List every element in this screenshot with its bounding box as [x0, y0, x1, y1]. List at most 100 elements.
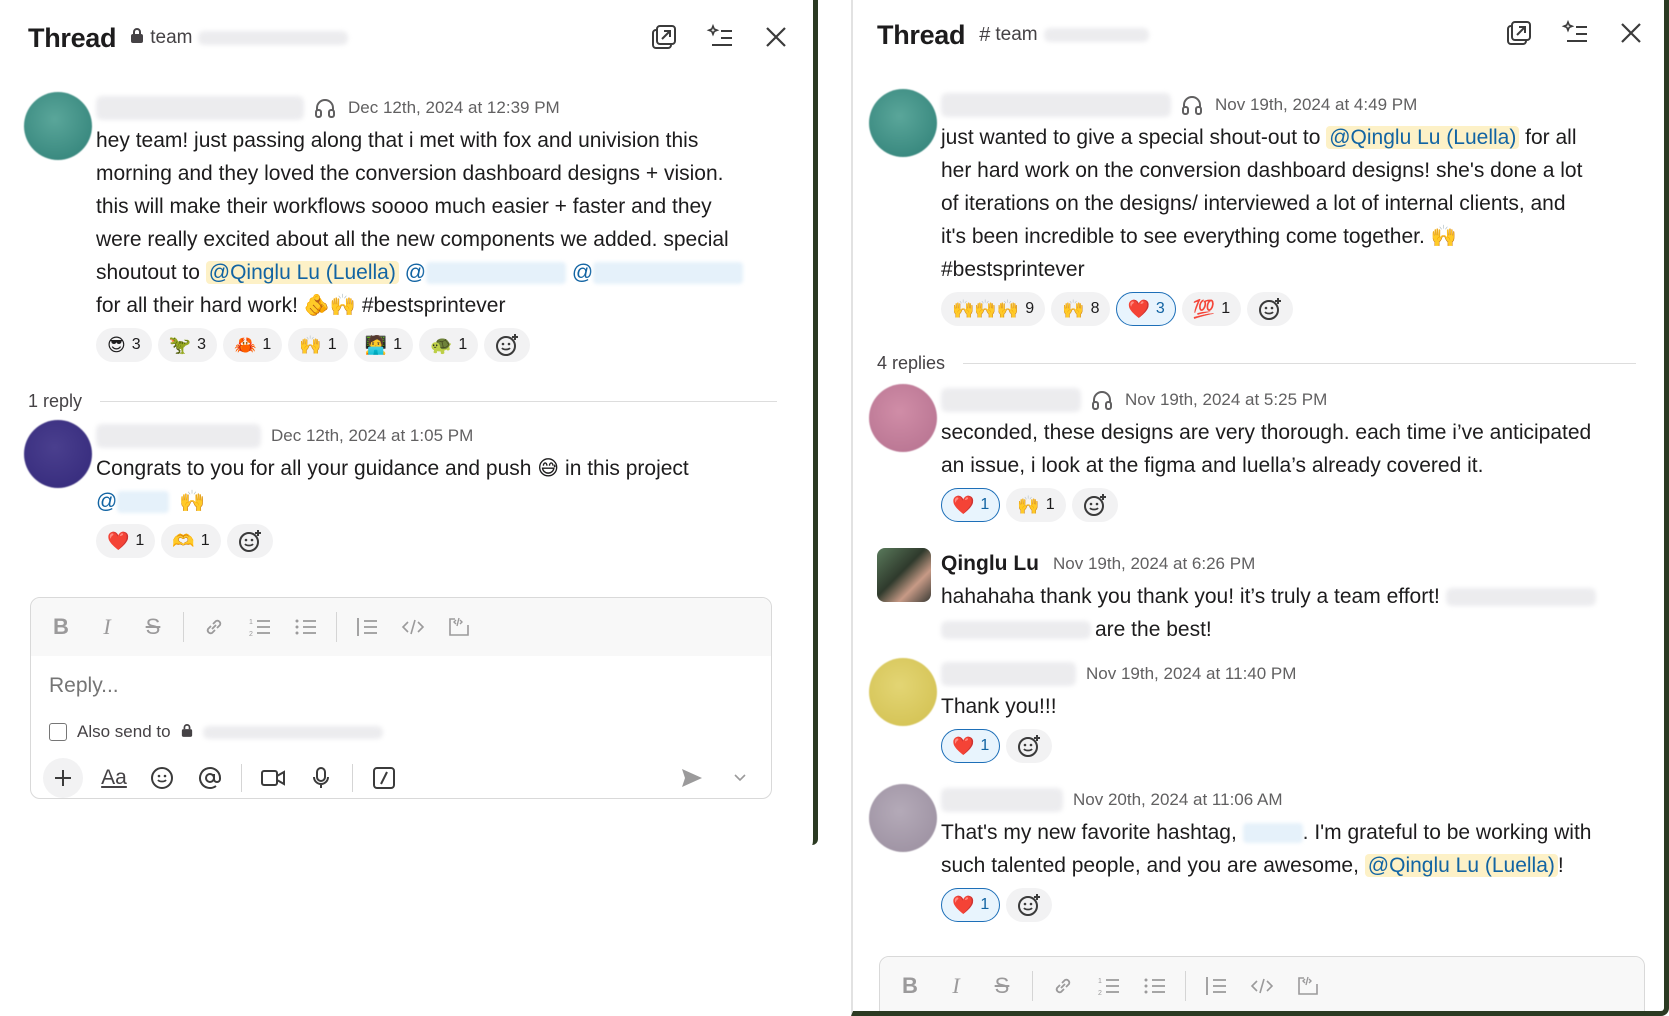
- timestamp[interactable]: Nov 19th, 2024 at 6:26 PM: [1053, 554, 1255, 574]
- send-icon[interactable]: [675, 761, 709, 795]
- reaction-pill[interactable]: 🦀 1: [223, 328, 283, 362]
- close-icon[interactable]: [1616, 18, 1646, 48]
- avatar[interactable]: [869, 89, 937, 157]
- microphone-icon[interactable]: [304, 761, 338, 795]
- mention-redacted[interactable]: [117, 491, 170, 514]
- numbered-list-icon[interactable]: 12: [1093, 970, 1125, 1002]
- thread-settings-icon[interactable]: [705, 22, 735, 52]
- text-span: just wanted to give a special shout-out …: [941, 126, 1327, 149]
- timestamp[interactable]: Dec 12th, 2024 at 1:05 PM: [271, 426, 473, 446]
- add-reaction-button[interactable]: [1006, 729, 1053, 763]
- open-in-new-window-icon[interactable]: [1504, 18, 1534, 48]
- user-mention[interactable]: @: [572, 261, 593, 284]
- timestamp[interactable]: Nov 19th, 2024 at 4:49 PM: [1215, 95, 1417, 115]
- avatar[interactable]: [24, 92, 92, 160]
- timestamp[interactable]: Nov 20th, 2024 at 11:06 AM: [1073, 790, 1283, 810]
- italic-icon[interactable]: I: [91, 611, 123, 643]
- sender-name-redacted[interactable]: [96, 424, 261, 448]
- mention-redacted[interactable]: [593, 262, 744, 285]
- hashtag-redacted[interactable]: [1242, 823, 1303, 844]
- reaction-pill[interactable]: ❤️ 1: [96, 524, 156, 558]
- numbered-list-icon[interactable]: 12: [244, 611, 276, 643]
- reaction-count: 3: [131, 336, 141, 353]
- reaction-pill[interactable]: 🦖 3: [157, 328, 217, 362]
- add-reaction-button[interactable]: [1071, 488, 1118, 522]
- strikethrough-icon[interactable]: S: [137, 611, 169, 643]
- user-mention[interactable]: @: [96, 490, 117, 513]
- avatar[interactable]: [869, 658, 937, 726]
- reaction-pill[interactable]: 🙌 1: [288, 328, 348, 362]
- blockquote-icon[interactable]: [1200, 970, 1232, 1002]
- video-icon[interactable]: [256, 761, 290, 795]
- add-reaction-button[interactable]: [1006, 888, 1053, 922]
- channel-name[interactable]: # team: [979, 24, 1149, 47]
- message-meta: Nov 20th, 2024 at 11:06 AM: [941, 784, 1644, 816]
- reaction-pill[interactable]: 💯 1: [1181, 292, 1242, 326]
- bold-icon[interactable]: B: [45, 611, 77, 643]
- sender-name-redacted[interactable]: [941, 93, 1171, 117]
- reaction-pill[interactable]: ❤️ 1: [941, 488, 1001, 522]
- add-reaction-button[interactable]: [1247, 292, 1294, 326]
- user-mention[interactable]: @Qinglu Lu (Luella): [1326, 126, 1520, 149]
- text-span: such talented people, and you are awesom…: [941, 854, 1365, 877]
- reaction-pill[interactable]: 🙌 1: [1006, 488, 1066, 522]
- bulleted-list-icon[interactable]: [290, 611, 322, 643]
- user-mention[interactable]: @: [405, 261, 426, 284]
- avatar[interactable]: [869, 384, 937, 452]
- reaction-count: 1: [980, 737, 990, 754]
- thread-settings-icon[interactable]: [1560, 18, 1590, 48]
- reaction-pill[interactable]: 🫶 1: [161, 524, 221, 558]
- formatting-toggle-icon[interactable]: Aa: [97, 761, 131, 795]
- bold-icon[interactable]: B: [894, 970, 926, 1002]
- user-mention[interactable]: @Qinglu Lu (Luella): [205, 261, 399, 284]
- link-icon[interactable]: [198, 611, 230, 643]
- sender-name-redacted[interactable]: [941, 388, 1081, 412]
- also-send-checkbox[interactable]: [49, 723, 67, 741]
- sender-name-redacted[interactable]: [941, 662, 1076, 686]
- channel-name[interactable]: team: [130, 27, 349, 49]
- timestamp[interactable]: Nov 19th, 2024 at 5:25 PM: [1125, 390, 1327, 410]
- reaction-pill[interactable]: 🧑‍💻 1: [353, 328, 413, 362]
- avatar[interactable]: [869, 784, 937, 852]
- strikethrough-icon[interactable]: S: [986, 970, 1018, 1002]
- reaction-pill[interactable]: ❤️ 1: [941, 888, 1001, 922]
- reactions-bar: 😎 3 🦖 3 🦀 1 🙌 1 🧑‍💻 1 🐢 1: [96, 328, 789, 362]
- sender-name-redacted[interactable]: [96, 96, 304, 120]
- add-reaction-button[interactable]: [484, 328, 531, 362]
- sender-name[interactable]: Qinglu Lu: [941, 552, 1039, 576]
- reaction-pill[interactable]: 🙌 8: [1051, 292, 1111, 326]
- code-block-icon[interactable]: [443, 611, 475, 643]
- slash-command-icon[interactable]: [367, 761, 401, 795]
- reaction-pill[interactable]: 🙌🙌🙌 9: [941, 292, 1046, 326]
- emoji-icon[interactable]: [145, 761, 179, 795]
- timestamp[interactable]: Dec 12th, 2024 at 12:39 PM: [348, 98, 560, 118]
- italic-icon[interactable]: I: [940, 970, 972, 1002]
- message-line: it's been incredible to see everything c…: [941, 220, 1644, 253]
- avatar[interactable]: [877, 548, 931, 602]
- avatar[interactable]: [24, 420, 92, 488]
- reply-input[interactable]: [49, 674, 729, 698]
- timestamp[interactable]: Nov 19th, 2024 at 11:40 PM: [1086, 664, 1296, 684]
- chevron-down-icon[interactable]: [723, 761, 757, 795]
- attach-button[interactable]: [43, 758, 83, 798]
- text-span: in this project: [559, 457, 689, 480]
- code-icon[interactable]: [397, 611, 429, 643]
- link-icon[interactable]: [1047, 970, 1079, 1002]
- user-mention[interactable]: @Qinglu Lu (Luella): [1364, 854, 1558, 877]
- blockquote-icon[interactable]: [351, 611, 383, 643]
- add-reaction-button[interactable]: [226, 524, 273, 558]
- sender-name-redacted[interactable]: [941, 788, 1063, 812]
- reaction-pill[interactable]: ❤️ 3: [1116, 292, 1176, 326]
- reactions-bar: 🙌🙌🙌 9 🙌 8 ❤️ 3 💯 1: [941, 292, 1644, 326]
- open-in-new-window-icon[interactable]: [649, 22, 679, 52]
- mention-redacted[interactable]: [426, 262, 567, 285]
- code-icon[interactable]: [1246, 970, 1278, 1002]
- reaction-pill[interactable]: ❤️ 1: [941, 729, 1001, 763]
- bulleted-list-icon[interactable]: [1139, 970, 1171, 1002]
- reaction-emoji: ❤️: [952, 736, 975, 756]
- mention-icon[interactable]: [193, 761, 227, 795]
- code-block-icon[interactable]: [1292, 970, 1324, 1002]
- reaction-pill[interactable]: 😎 3: [96, 328, 152, 362]
- reaction-pill[interactable]: 🐢 1: [418, 328, 479, 362]
- close-icon[interactable]: [761, 22, 791, 52]
